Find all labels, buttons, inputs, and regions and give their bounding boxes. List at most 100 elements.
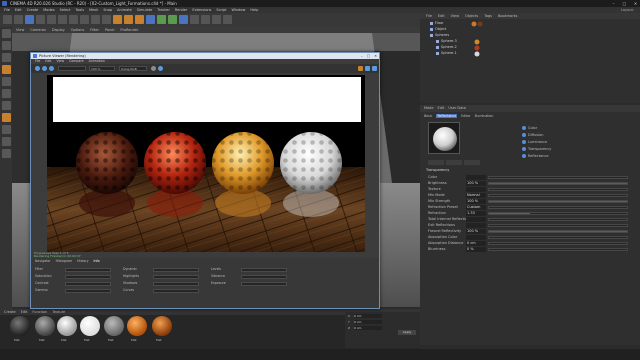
- material-swatch[interactable]: [80, 316, 100, 336]
- tab-illumination[interactable]: Illumination: [475, 114, 494, 118]
- coord-x-field[interactable]: 0 cm: [354, 314, 382, 318]
- property-slider[interactable]: [488, 224, 628, 227]
- floor-icon[interactable]: [201, 15, 210, 24]
- points-mode-icon[interactable]: [1, 77, 11, 86]
- coord-y-field[interactable]: 0 cm: [354, 320, 382, 324]
- info-field[interactable]: [65, 275, 111, 279]
- tab-histogram[interactable]: Histogram: [56, 259, 73, 263]
- play-icon[interactable]: [49, 66, 54, 71]
- edges-mode-icon[interactable]: [1, 89, 11, 98]
- property-value[interactable]: [466, 217, 486, 222]
- info-field[interactable]: [153, 275, 199, 279]
- texture-mode-icon[interactable]: [1, 53, 11, 62]
- property-value[interactable]: [466, 187, 486, 192]
- info-field[interactable]: [65, 282, 111, 286]
- am-menu-user-data[interactable]: User Data: [448, 105, 465, 112]
- array-icon[interactable]: [179, 15, 188, 24]
- om-menu-view[interactable]: View: [451, 13, 459, 19]
- render-view-icon[interactable]: [113, 15, 122, 24]
- camera-icon[interactable]: [212, 15, 221, 24]
- material-swatch[interactable]: [10, 316, 30, 336]
- tab-info[interactable]: Info: [94, 259, 100, 263]
- mm-menu-function[interactable]: Function: [32, 309, 47, 315]
- x-axis-icon[interactable]: [69, 15, 78, 24]
- property-value[interactable]: 0 cm: [466, 241, 486, 246]
- live-selection-icon[interactable]: [25, 15, 34, 24]
- make-editable-icon[interactable]: [1, 29, 11, 38]
- play-back-icon[interactable]: [35, 66, 40, 71]
- material-tag-icon[interactable]: [474, 45, 480, 51]
- mm-menu-texture[interactable]: Texture: [52, 309, 65, 315]
- material-swatch[interactable]: [152, 316, 172, 336]
- object-row[interactable]: Sphere.3: [436, 39, 496, 44]
- light-icon[interactable]: [223, 15, 232, 24]
- move-icon[interactable]: [36, 15, 45, 24]
- property-value[interactable]: 0 %: [466, 247, 486, 252]
- material-swatch[interactable]: [104, 316, 124, 336]
- property-slider[interactable]: [488, 176, 628, 179]
- tab-navigator[interactable]: Navigator: [35, 259, 51, 263]
- material-tag-icon[interactable]: [474, 51, 480, 57]
- cube-icon[interactable]: [146, 15, 155, 24]
- info-field[interactable]: [241, 268, 287, 272]
- property-slider[interactable]: [488, 236, 628, 239]
- polygons-mode-icon[interactable]: [1, 101, 11, 110]
- property-row[interactable]: Absorption Color: [428, 235, 634, 240]
- info-field[interactable]: [65, 289, 111, 293]
- property-row[interactable]: Refraction 1.33: [428, 211, 634, 216]
- property-value[interactable]: Custom: [466, 205, 486, 210]
- material-tag-icon[interactable]: [471, 21, 477, 27]
- minimize-button[interactable]: –: [611, 0, 616, 7]
- property-slider[interactable]: [488, 248, 628, 251]
- om-menu-objects[interactable]: Objects: [465, 13, 478, 19]
- om-menu-tags[interactable]: Tags: [484, 13, 492, 19]
- preview-button-3[interactable]: [464, 160, 480, 165]
- axis-mode-icon[interactable]: [1, 113, 11, 122]
- render-picture-viewer-icon[interactable]: [124, 15, 133, 24]
- property-slider[interactable]: [488, 188, 628, 191]
- om-menu-edit[interactable]: Edit: [438, 13, 445, 19]
- z-axis-icon[interactable]: [91, 15, 100, 24]
- mm-menu-create[interactable]: Create: [4, 309, 16, 315]
- rotate-icon[interactable]: [58, 15, 67, 24]
- am-menu-edit[interactable]: Edit: [438, 105, 445, 112]
- info-field[interactable]: [153, 268, 199, 272]
- render-icon[interactable]: [358, 66, 363, 71]
- rendered-image[interactable]: [47, 75, 365, 252]
- mode-icon[interactable]: [151, 66, 156, 71]
- property-value[interactable]: [466, 235, 486, 240]
- channel-color[interactable]: Color: [522, 126, 562, 131]
- undo-icon[interactable]: [3, 15, 12, 24]
- info-field[interactable]: [65, 268, 111, 272]
- material-preview[interactable]: [428, 122, 460, 154]
- property-row[interactable]: Color: [428, 175, 634, 180]
- y-axis-icon[interactable]: [80, 15, 89, 24]
- property-slider[interactable]: [488, 200, 628, 203]
- tab-editor[interactable]: Editor: [461, 114, 470, 118]
- property-row[interactable]: Fresnel Reflectivity 100 %: [428, 229, 634, 234]
- channel-select[interactable]: Using RGB: [119, 66, 147, 71]
- maximize-button[interactable]: □: [622, 0, 627, 7]
- tab-basic[interactable]: Basic: [424, 114, 432, 118]
- info-field[interactable]: [153, 289, 199, 293]
- property-slider[interactable]: [488, 242, 628, 245]
- om-menu-bookmarks[interactable]: Bookmarks: [498, 13, 518, 19]
- info-field[interactable]: [153, 282, 199, 286]
- property-value[interactable]: [466, 175, 486, 180]
- material-tag-icon[interactable]: [474, 39, 480, 45]
- property-row[interactable]: Brightness 100 %: [428, 181, 634, 186]
- property-row[interactable]: Exit Reflections: [428, 223, 634, 228]
- refresh-icon[interactable]: [158, 66, 163, 71]
- property-row[interactable]: Blurriness 0 %: [428, 247, 634, 252]
- channel-luminance[interactable]: Luminance: [522, 140, 562, 145]
- property-value[interactable]: 100 %: [466, 181, 486, 186]
- property-slider[interactable]: [488, 218, 628, 221]
- material-swatch[interactable]: [57, 316, 77, 336]
- world-coord-icon[interactable]: [102, 15, 111, 24]
- channel-transparency[interactable]: Transparency: [522, 147, 562, 152]
- model-mode-icon[interactable]: [1, 41, 11, 50]
- object-row[interactable]: Sphere.1: [436, 51, 496, 56]
- material-swatch[interactable]: [35, 316, 55, 336]
- fullscreen-icon[interactable]: [365, 66, 370, 71]
- render-settings-icon[interactable]: [135, 15, 144, 24]
